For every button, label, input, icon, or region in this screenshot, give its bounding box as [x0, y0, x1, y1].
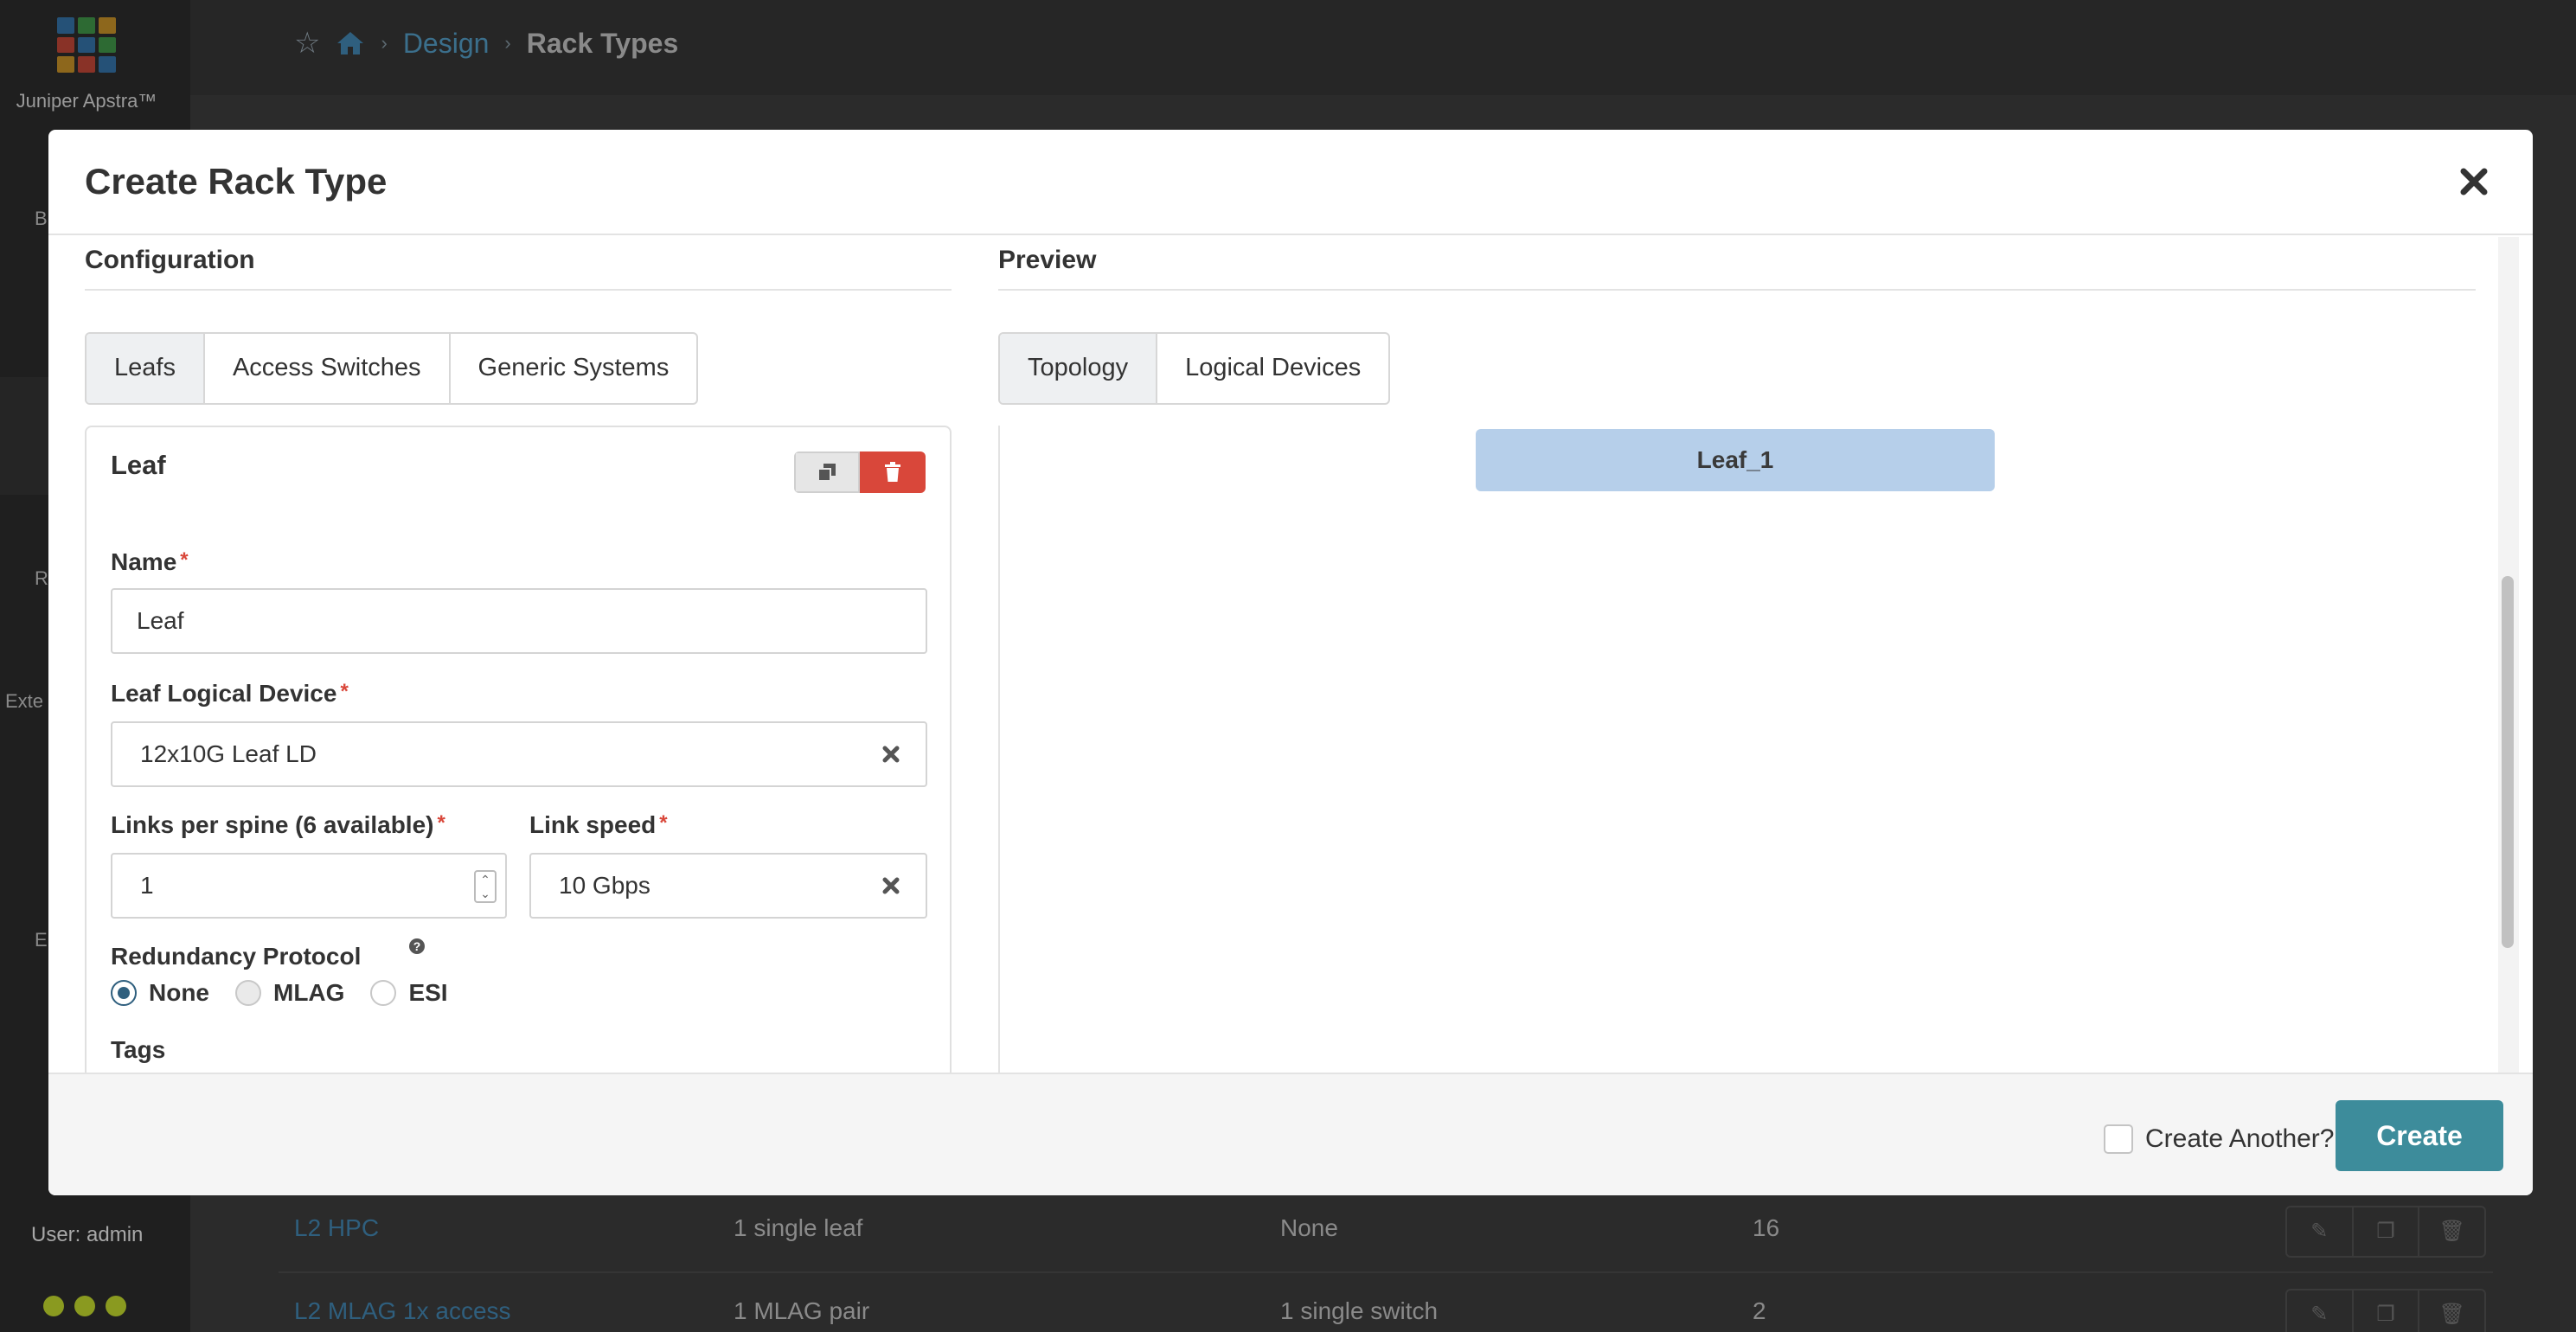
create-button[interactable]: Create	[2336, 1100, 2503, 1171]
breadcrumb-design-link[interactable]: Design	[403, 28, 490, 60]
clone-icon[interactable]: ❐	[2354, 1207, 2420, 1256]
selected-value: 12x10G Leaf LD	[140, 740, 317, 767]
trash-icon	[885, 462, 900, 482]
leaf-card: Leaf Name * Leaf Leaf Logical Device * 1…	[85, 426, 952, 1073]
table-cell: 1 single leaf	[734, 1214, 863, 1241]
row-actions: ✎ ❐ 🗑	[2285, 1289, 2486, 1332]
modal-scrollbar[interactable]	[2498, 237, 2519, 1073]
modal-body: Configuration Leafs Access Switches Gene…	[48, 237, 2533, 1073]
tab-generic-systems[interactable]: Generic Systems	[451, 334, 697, 403]
row-actions: ✎ ❐ 🗑	[2285, 1206, 2486, 1258]
chevron-right-icon: ›	[504, 32, 511, 54]
redundancy-protocol-options: None MLAG ESI	[111, 979, 474, 1007]
modal-title: Create Rack Type	[85, 161, 388, 202]
table-cell: 1 single switch	[1280, 1297, 1439, 1324]
preview-heading: Preview	[998, 246, 2476, 291]
sidebar-item-stub[interactable]: R	[35, 567, 48, 590]
radio-button[interactable]	[235, 980, 261, 1006]
breadcrumb: ☆ › Design › Rack Types	[294, 26, 678, 61]
tags-label: Tags	[111, 1036, 166, 1063]
configuration-heading: Configuration	[85, 246, 952, 291]
radio-option-mlag[interactable]: MLAG	[235, 979, 344, 1007]
number-stepper[interactable]: ⌃ ⌄	[474, 870, 497, 903]
sidebar-item-stub[interactable]: E	[35, 929, 48, 951]
name-label: Name *	[111, 548, 189, 575]
favorite-star-icon[interactable]: ☆	[294, 26, 320, 61]
links-per-spine-input[interactable]: 1 ⌃ ⌄	[111, 853, 507, 919]
preview-tabs: Topology Logical Devices	[998, 332, 1391, 405]
home-icon[interactable]	[336, 30, 365, 56]
table-cell: 2	[1753, 1297, 1766, 1324]
topology-preview	[998, 426, 2476, 1073]
radio-button[interactable]	[111, 980, 137, 1006]
apstra-logo-icon	[57, 17, 116, 73]
table-cell: 1 MLAG pair	[734, 1297, 870, 1324]
link-speed-label: Link speed *	[529, 811, 668, 838]
status-dots	[43, 1296, 126, 1316]
radio-label: MLAG	[273, 979, 345, 1006]
link-speed-select[interactable]: 10 Gbps	[529, 853, 927, 919]
leaf-logical-device-label: Leaf Logical Device *	[111, 680, 349, 707]
help-icon[interactable]: ?	[408, 938, 426, 955]
close-icon[interactable]	[2457, 164, 2491, 199]
tab-topology[interactable]: Topology	[1000, 334, 1158, 403]
selected-value: 10 Gbps	[559, 872, 650, 899]
tab-access-switches[interactable]: Access Switches	[205, 334, 451, 403]
table-cell: None	[1280, 1214, 1338, 1241]
tab-logical-devices[interactable]: Logical Devices	[1157, 334, 1388, 403]
table-row: L2 MLAG 1x access 1 MLAG pair 1 single s…	[279, 1273, 2493, 1332]
radio-option-esi[interactable]: ESI	[370, 979, 448, 1007]
topology-node-leaf[interactable]: Leaf_1	[1476, 429, 1995, 491]
clear-icon[interactable]	[881, 744, 901, 765]
redundancy-protocol-label: Redundancy Protocol	[111, 943, 362, 970]
modal-footer: Create Another? Create	[48, 1073, 2533, 1195]
sidebar-item-stub[interactable]: B	[35, 208, 48, 230]
leaf-card-title: Leaf	[111, 450, 166, 480]
brand-name: Juniper Apstra™	[16, 90, 157, 112]
radio-button[interactable]	[370, 980, 397, 1006]
trash-icon[interactable]: 🗑	[2419, 1207, 2484, 1256]
create-another-checkbox[interactable]	[2104, 1124, 2133, 1154]
leaf-card-actions	[794, 451, 926, 493]
create-another-label[interactable]: Create Another?	[2145, 1124, 2334, 1154]
delete-leaf-button[interactable]	[860, 451, 926, 493]
edit-icon[interactable]: ✎	[2287, 1290, 2354, 1332]
rack-type-link[interactable]: L2 HPC	[294, 1214, 379, 1242]
tab-leafs[interactable]: Leafs	[87, 334, 205, 403]
rack-types-table: L2 HPC 1 single leaf None 16 ✎ ❐ 🗑 L2 ML…	[279, 1190, 2493, 1332]
table-row: L2 HPC 1 single leaf None 16 ✎ ❐ 🗑	[279, 1190, 2493, 1273]
input-value: 1	[140, 872, 154, 899]
rack-type-link[interactable]: L2 MLAG 1x access	[294, 1297, 511, 1325]
clear-icon[interactable]	[881, 875, 901, 896]
clone-leaf-button[interactable]	[794, 451, 860, 493]
scrollbar-thumb[interactable]	[2502, 576, 2514, 948]
radio-label: ESI	[408, 979, 448, 1006]
chevron-right-icon: ›	[381, 32, 388, 54]
edit-icon[interactable]: ✎	[2287, 1207, 2354, 1256]
radio-label: None	[149, 979, 209, 1006]
name-input[interactable]: Leaf	[111, 588, 927, 654]
radio-option-none[interactable]: None	[111, 979, 209, 1007]
clone-icon	[817, 464, 836, 482]
table-cell: 16	[1753, 1214, 1780, 1241]
user-label[interactable]: User: admin	[31, 1223, 143, 1247]
configuration-tabs: Leafs Access Switches Generic Systems	[85, 332, 699, 405]
leaf-logical-device-select[interactable]: 12x10G Leaf LD	[111, 721, 927, 787]
create-rack-type-modal: Create Rack Type Configuration Leafs Acc…	[48, 130, 2533, 1195]
breadcrumb-current: Rack Types	[526, 27, 679, 59]
sidebar-item-stub[interactable]: Exte	[5, 690, 43, 713]
trash-icon[interactable]: 🗑	[2419, 1290, 2484, 1332]
svg-text:?: ?	[413, 939, 421, 953]
clone-icon[interactable]: ❐	[2354, 1290, 2420, 1332]
modal-header: Create Rack Type	[48, 130, 2533, 235]
links-per-spine-label: Links per spine (6 available) *	[111, 811, 445, 838]
